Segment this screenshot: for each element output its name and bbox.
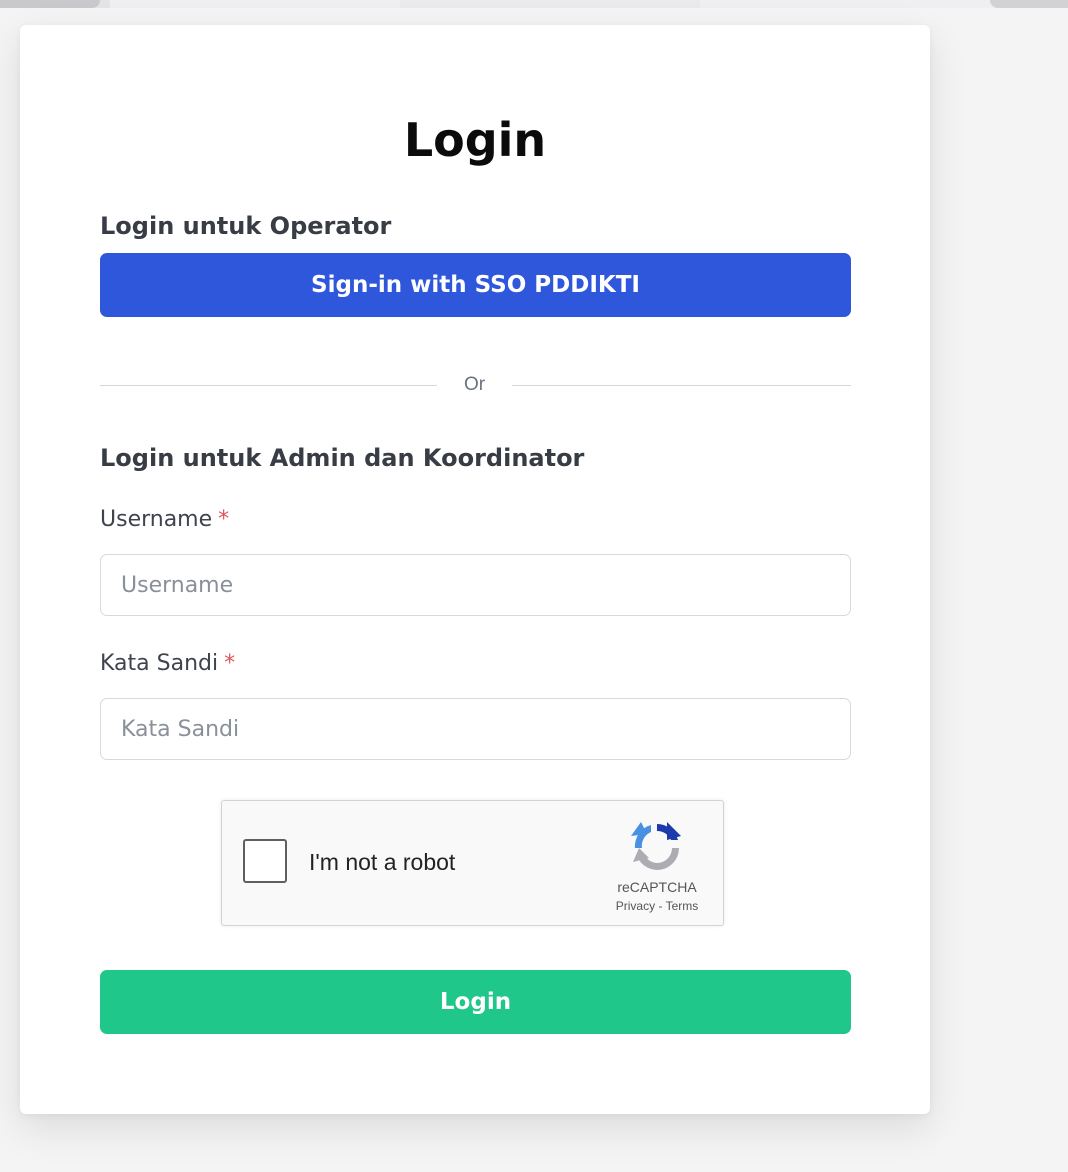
recaptcha-links: Privacy - Terms [594,899,720,913]
divider-text: Or [463,374,486,395]
operator-section-label: Login untuk Operator [100,212,392,240]
sso-signin-button[interactable]: Sign-in with SSO PDDIKTI [100,253,851,317]
required-mark: * [218,507,230,532]
recaptcha-widget: I'm not a robot reCAPTCHA Privacy - Term… [221,800,724,926]
required-mark: * [224,651,236,676]
recaptcha-brand: reCAPTCHA [617,879,697,895]
recaptcha-logo-icon [631,822,681,870]
page-title: Login [403,113,547,167]
divider-line-left [100,385,437,386]
password-label-text: Kata Sandi [100,651,219,676]
divider-line-right [512,385,851,386]
background-top-strip [0,0,1068,8]
or-divider: Or [100,371,851,401]
login-card: Login Login untuk Operator Sign-in with … [20,25,930,1114]
privacy-link[interactable]: Privacy [616,899,655,913]
recaptcha-label: I'm not a robot [309,849,456,875]
terms-link[interactable]: Terms [666,899,699,913]
password-input[interactable] [100,698,851,760]
password-label: Kata Sandi * [100,650,235,678]
recaptcha-checkbox[interactable] [243,839,287,883]
username-label: Username * [100,506,229,534]
admin-section-label: Login untuk Admin dan Koordinator [100,444,585,472]
username-input[interactable] [100,554,851,616]
username-label-text: Username [100,507,213,532]
link-separator: - [658,899,663,913]
login-button[interactable]: Login [100,970,851,1034]
